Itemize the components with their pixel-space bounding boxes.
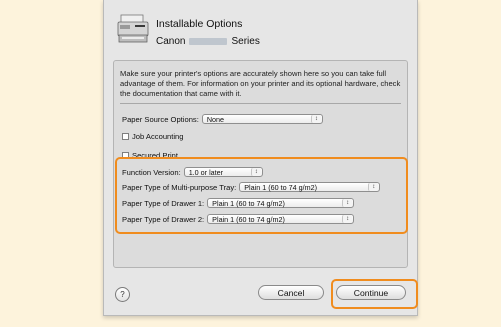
popup-arrows-icon: ↕ (310, 115, 321, 123)
dialog-title: Installable Options (156, 18, 243, 30)
paper-source-label: Paper Source Options: (122, 114, 199, 124)
help-button[interactable]: ? (115, 287, 130, 302)
cancel-button[interactable]: Cancel (258, 285, 324, 300)
printer-model: Canon Series (156, 36, 260, 47)
paper-source-row: Paper Source Options: None ↕ (122, 114, 323, 124)
series-label: Series (231, 36, 260, 47)
installable-options-sheet: Installable Options Canon Series Make sur… (103, 0, 418, 316)
job-accounting-row[interactable]: Job Accounting (122, 132, 184, 141)
brand-name: Canon (156, 36, 186, 47)
paper-source-popup[interactable]: None ↕ (201, 114, 323, 124)
printer-icon (117, 14, 149, 43)
paper-source-value: None (206, 114, 225, 124)
job-accounting-checkbox[interactable] (122, 133, 129, 140)
redacted-model-number (189, 37, 228, 45)
job-accounting-label: Job Accounting (132, 132, 184, 141)
options-highlight-frame (115, 157, 408, 234)
continue-button[interactable]: Continue (336, 285, 406, 300)
intro-text: Make sure your printer's options are acc… (120, 69, 401, 98)
divider (120, 103, 401, 104)
